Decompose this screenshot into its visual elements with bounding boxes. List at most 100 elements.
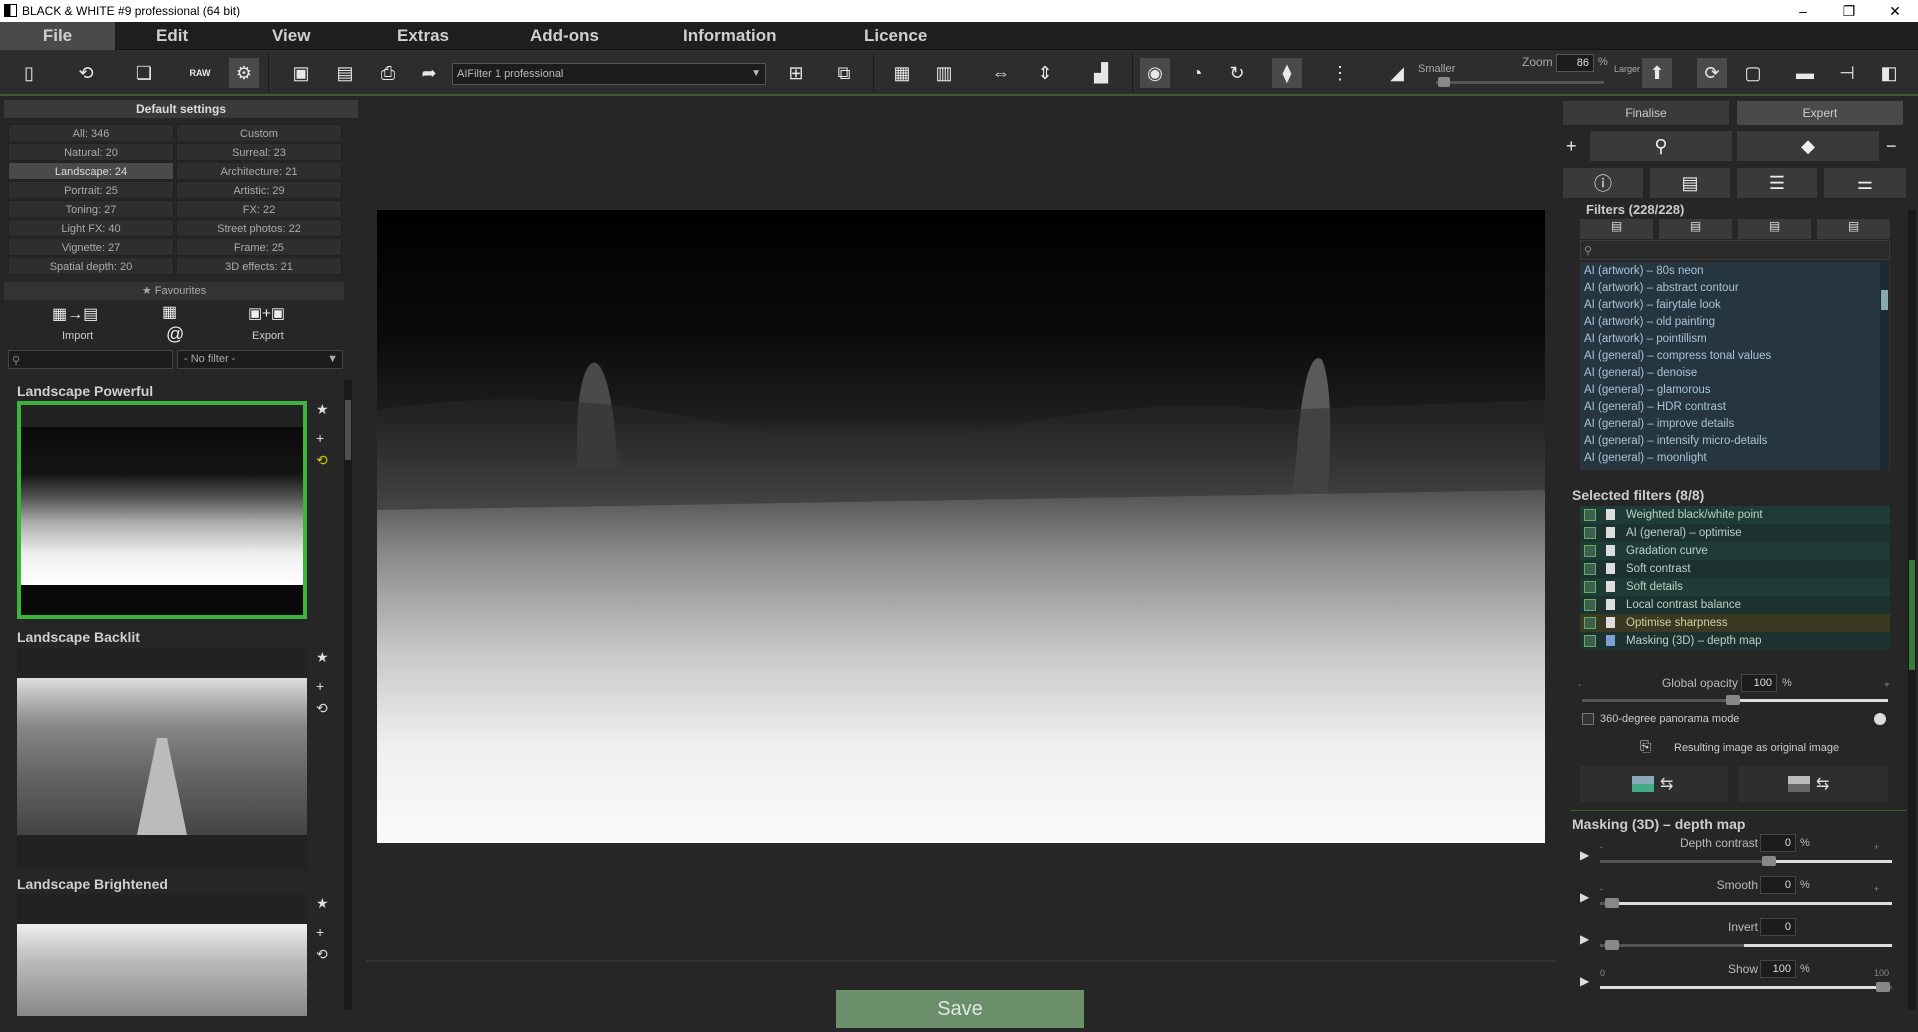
preview-eye-icon[interactable]: ◉ (1140, 58, 1170, 88)
document-button[interactable]: ▤ (1650, 168, 1730, 198)
minimize-button[interactable]: – (1780, 0, 1826, 22)
print-icon[interactable]: ⎙ (373, 58, 403, 88)
preset-search-input[interactable]: ⚲ (8, 350, 173, 369)
filter-item[interactable]: AI (general) – moonlight (1581, 450, 1889, 467)
category-6-1[interactable]: Frame: 25 (176, 238, 342, 256)
tab-expert[interactable]: Expert (1737, 101, 1903, 125)
preset-filter-dropdown[interactable]: - No filter - ▼ (177, 350, 343, 369)
selected-filter-item[interactable]: Weighted black/white point (1580, 506, 1890, 524)
menu-information[interactable]: Information (683, 22, 777, 50)
global-opacity-thumb[interactable] (1726, 695, 1740, 705)
fit-height-icon[interactable]: ⇕ (1030, 58, 1060, 88)
view-grid-icon[interactable]: ▤ (1817, 219, 1890, 239)
filter-item[interactable]: AI (artwork) – pointillism (1581, 331, 1889, 348)
share-icon[interactable]: ➦ (414, 58, 444, 88)
view-detail-icon[interactable]: ▤ (1738, 219, 1811, 239)
filter-enable-checkbox[interactable] (1584, 563, 1596, 575)
filter-search-input[interactable]: ⚲ (1580, 240, 1890, 260)
sliders-button[interactable]: ⚌ (1824, 168, 1906, 198)
zoom-slider-track[interactable] (1436, 81, 1604, 84)
left-scrollbar[interactable] (344, 380, 352, 1010)
view-compact-icon[interactable]: ▤ (1659, 219, 1732, 239)
compare-icon[interactable]: ⧉ (829, 58, 859, 88)
param-slider-thumb[interactable] (1604, 898, 1619, 908)
category-3-0[interactable]: Portrait: 25 (8, 181, 174, 199)
category-4-1[interactable]: FX: 22 (176, 200, 342, 218)
redo-icon[interactable]: ↻ (1222, 58, 1252, 88)
filter-item[interactable]: AI (general) – denoise (1581, 365, 1889, 382)
save-button[interactable]: Save (836, 990, 1084, 1028)
category-3-1[interactable]: Artistic: 29 (176, 181, 342, 199)
diamond-button[interactable]: ◆ (1737, 131, 1879, 161)
mirror-icon[interactable]: ⧫ (1272, 58, 1302, 88)
filter-enable-checkbox[interactable] (1584, 545, 1596, 557)
tab-finalise[interactable]: Finalise (1563, 101, 1729, 125)
menu-extras[interactable]: Extras (397, 22, 449, 50)
filter-item[interactable]: AI (general) – improve details (1581, 416, 1889, 433)
filter-enable-checkbox[interactable] (1584, 581, 1596, 593)
import-label[interactable]: Import (62, 330, 93, 342)
preset-thumb-2[interactable] (17, 648, 307, 870)
import-icon[interactable]: ▦→▤ (52, 304, 98, 324)
email-at-icon[interactable]: @ (166, 324, 184, 345)
maximize-button[interactable]: ❐ (1826, 0, 1872, 22)
category-1-1[interactable]: Surreal: 23 (176, 143, 342, 161)
more-icon[interactable]: ⋮ (1325, 58, 1355, 88)
category-5-1[interactable]: Street photos: 22 (176, 219, 342, 237)
param-value-input[interactable]: 100 (1760, 960, 1796, 978)
rotate-icon[interactable]: ⟳ (1697, 58, 1727, 88)
refresh-icon[interactable]: ⟲ (316, 700, 328, 717)
selected-filter-item[interactable]: Soft details (1580, 578, 1890, 596)
param-slider-thumb[interactable] (1876, 982, 1891, 992)
favourite-star-icon[interactable]: ★ (316, 401, 329, 418)
info-button[interactable]: ⓘ (1563, 168, 1643, 198)
zoom-slider-thumb[interactable] (1438, 77, 1450, 87)
panorama-checkbox[interactable] (1582, 713, 1594, 725)
preview-image[interactable] (377, 210, 1545, 843)
param-value-input[interactable]: 0 (1760, 876, 1796, 894)
expand-arrow-icon[interactable]: ▶ (1580, 932, 1589, 946)
batch-icon[interactable]: ▦ (887, 58, 917, 88)
zoom-value-input[interactable]: 86 (1556, 54, 1594, 72)
filter-item[interactable]: AI (general) – compress tonal values (1581, 348, 1889, 365)
global-opacity-input[interactable]: 100 (1741, 674, 1777, 692)
category-2-0[interactable]: Landscape: 24 (8, 162, 174, 180)
refresh-icon[interactable]: ⟲ (316, 452, 328, 469)
expand-arrow-icon[interactable]: ▶ (1580, 890, 1589, 904)
category-2-1[interactable]: Architecture: 21 (176, 162, 342, 180)
filter-item[interactable]: AI (artwork) – old painting (1581, 314, 1889, 331)
category-7-0[interactable]: Spatial depth: 20 (8, 257, 174, 275)
before-after-icon[interactable]: ◔ (1182, 58, 1212, 88)
filter-item[interactable]: AI (artwork) – fairytale look (1581, 297, 1889, 314)
resulting-image-label[interactable]: Resulting image as original image (1674, 742, 1839, 754)
panel-toggle-icon[interactable]: ◧ (1874, 58, 1904, 88)
favourite-star-icon[interactable]: ★ (316, 649, 329, 666)
filter-enable-checkbox[interactable] (1584, 509, 1596, 521)
export-icon[interactable]: ▣+▣ (248, 304, 285, 322)
history-icon[interactable]: ⟲ (71, 58, 101, 88)
selected-filter-item[interactable]: Local contrast balance (1580, 596, 1890, 614)
ai-filter-select[interactable]: AIFilter 1 professional ▼ (452, 63, 766, 85)
category-7-1[interactable]: 3D effects: 21 (176, 257, 342, 275)
favourites-button[interactable]: ★ Favourites (4, 282, 344, 300)
category-5-0[interactable]: Light FX: 40 (8, 219, 174, 237)
filter-item[interactable]: AI (general) – HDR contrast (1581, 399, 1889, 416)
new-file-icon[interactable]: ▯ (14, 58, 44, 88)
apply-bw-button[interactable]: ⇆ (1738, 766, 1888, 802)
panorama-toggle[interactable] (1874, 713, 1886, 725)
fit-width-icon[interactable]: ⇔ (986, 58, 1016, 88)
add-icon[interactable]: + (316, 430, 324, 446)
expand-arrow-icon[interactable]: ▶ (1580, 974, 1589, 988)
right-scrollbar-thumb[interactable] (1909, 560, 1915, 670)
filter-item[interactable]: AI (artwork) – 80s neon (1581, 263, 1889, 280)
panel-right-icon[interactable]: ⊣ (1832, 58, 1862, 88)
settings-icon[interactable]: ⚙ (229, 58, 259, 88)
filter-enable-checkbox[interactable] (1584, 635, 1596, 647)
filters-scrollbar-thumb[interactable] (1881, 290, 1888, 310)
category-0-1[interactable]: Custom (176, 124, 342, 142)
fullscreen-icon[interactable]: ▢ (1738, 58, 1768, 88)
selected-filter-item[interactable]: Gradation curve (1580, 542, 1890, 560)
resulting-image-icon[interactable]: ⎘ (1640, 738, 1651, 755)
search-filter-button[interactable]: ⚲ (1590, 131, 1732, 161)
preset-thumb-1[interactable] (17, 401, 307, 619)
